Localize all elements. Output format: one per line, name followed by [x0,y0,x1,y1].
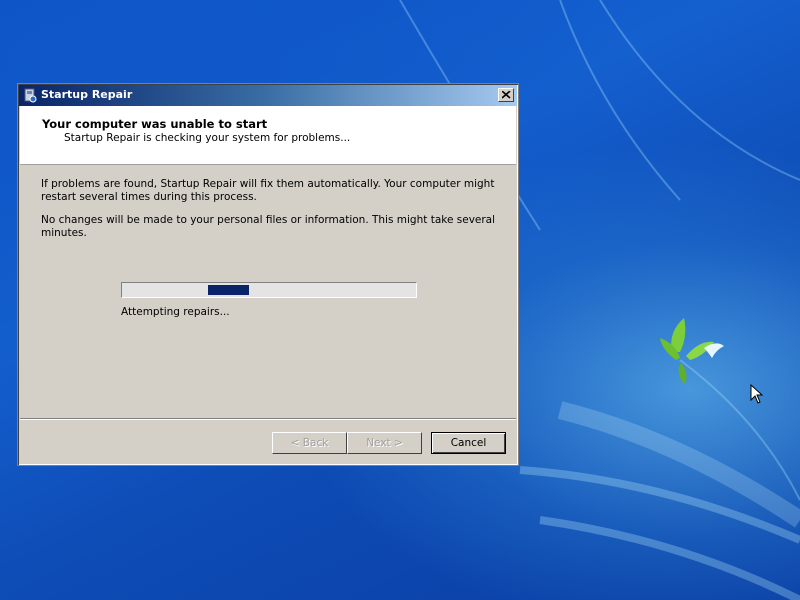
window-title: Startup Repair [41,88,133,101]
close-button[interactable] [498,88,514,102]
next-button[interactable]: Next > [347,432,422,454]
info-paragraph-1: If problems are found, Startup Repair wi… [41,178,495,203]
info-paragraph-2: No changes will be made to your personal… [41,214,496,239]
back-button[interactable]: < Back [272,432,347,454]
cancel-button[interactable]: Cancel [431,432,506,454]
progress-bar [121,282,417,298]
progress-status: Attempting repairs... [121,306,230,318]
title-bar[interactable]: Startup Repair [19,85,517,106]
windows-bird-logo [660,318,724,384]
button-divider [20,418,516,420]
close-icon [502,91,511,99]
progress-marquee-segment [208,285,249,295]
header-subtitle: Startup Repair is checking your system f… [64,132,351,144]
mouse-pointer-icon [750,384,764,404]
startup-repair-window: Startup Repair Your computer was unable … [17,83,519,466]
header-title: Your computer was unable to start [42,117,268,131]
header-panel: Your computer was unable to start Startu… [20,106,516,165]
startup-repair-icon [24,88,37,103]
